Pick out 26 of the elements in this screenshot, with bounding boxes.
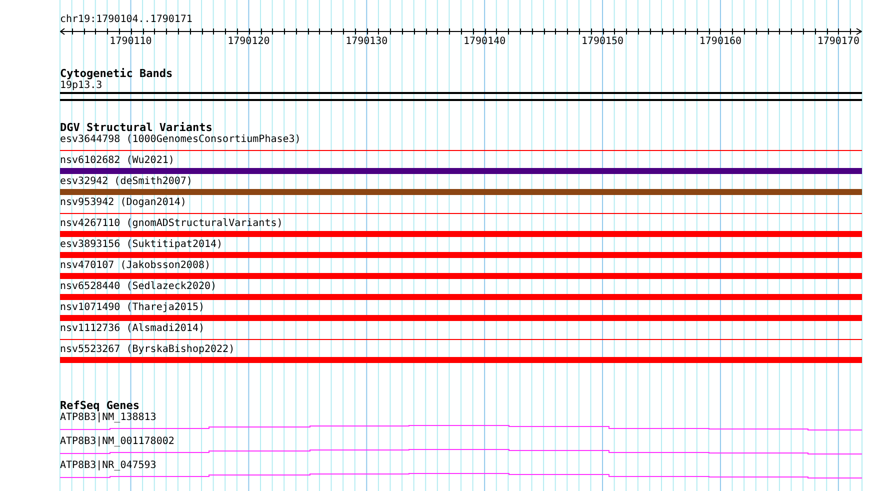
variant-label: esv32942 (deSmith2007) xyxy=(60,176,192,188)
tick-label: 1790140 xyxy=(464,36,506,48)
variant-label: nsv6528440 (Sedlazeck2020) xyxy=(60,281,217,293)
gene-label: ATP8B3|NR_047593 xyxy=(60,460,156,472)
variant-label: nsv470107 (Jakobsson2008) xyxy=(60,260,211,272)
variant-label: nsv953942 (Dogan2014) xyxy=(60,197,186,209)
band-label: 19p13.3 xyxy=(60,80,102,92)
variant-label: nsv1071490 (Thareja2015) xyxy=(60,302,204,314)
tick-label: 1790110 xyxy=(110,36,152,48)
track-title: Cytogenetic Bands xyxy=(60,68,173,80)
position-label: chr19:1790104..1790171 xyxy=(60,14,192,26)
variant-label: nsv6102682 (Wu2021) xyxy=(60,155,174,167)
variant-label: nsv4267110 (gnomADStructuralVariants) xyxy=(60,218,283,230)
tick-label: 1790130 xyxy=(346,36,388,48)
tick-label: 1790150 xyxy=(581,36,624,48)
tick-label: 1790120 xyxy=(228,36,270,48)
track-title: RefSeq Genes xyxy=(60,400,140,412)
track-title: DGV Structural Variants xyxy=(60,122,212,134)
gene-label: ATP8B3|NM_138813 xyxy=(60,412,156,424)
gene-label: ATP8B3|NM_001178002 xyxy=(60,436,174,448)
tick-label: 1790170 xyxy=(817,36,860,48)
variant-label: esv3893156 (Suktitipat2014) xyxy=(60,239,223,251)
variant-label: esv3644798 (1000GenomesConsortiumPhase3) xyxy=(60,134,301,146)
variant-label: nsv1112736 (Alsmadi2014) xyxy=(60,323,204,335)
tick-label: 1790160 xyxy=(699,36,742,48)
variant-label: nsv5523267 (ByrskaBishop2022) xyxy=(60,344,235,356)
